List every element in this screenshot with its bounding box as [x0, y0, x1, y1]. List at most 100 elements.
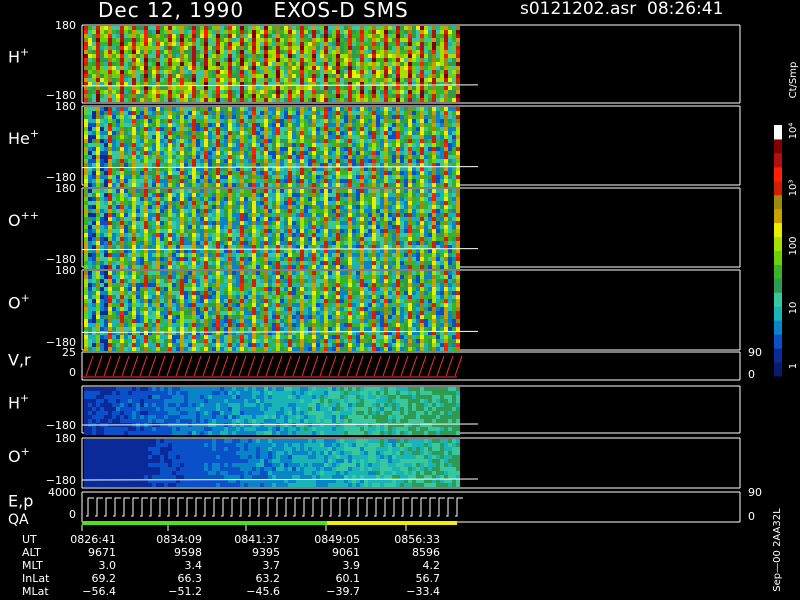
spectrogram-cell [156, 163, 160, 167]
spectrogram-cell [416, 30, 420, 34]
spectrogram-cell [140, 229, 144, 233]
spectrogram-cell [220, 139, 224, 143]
spectrogram-cell [284, 98, 288, 102]
spectrogram-cell [328, 261, 332, 265]
spectrogram-cell [120, 111, 124, 115]
spectrogram-cell [308, 143, 312, 147]
spectrogram-cell [420, 179, 424, 183]
spectrogram-cell [84, 86, 88, 90]
spectrogram-cell [288, 159, 292, 163]
spectrogram-cell [136, 115, 140, 119]
spectrogram-cell [332, 135, 336, 139]
spectrogram-cell [268, 119, 272, 123]
spectrogram-cell [284, 183, 288, 187]
spectrogram-cell [164, 38, 168, 42]
spectrogram-cell [300, 163, 304, 167]
spectrogram-cell [244, 171, 248, 175]
spectrogram-cell [284, 189, 288, 193]
spectrogram-cell [324, 34, 328, 38]
spectrogram-cell [160, 127, 164, 131]
spectrogram-cell [248, 217, 252, 221]
spectrogram-cell [432, 159, 436, 163]
spectrogram-cell [184, 62, 188, 66]
spectrogram-cell [396, 26, 400, 30]
spectrogram-cell [296, 74, 300, 78]
spectrogram-cell [272, 163, 276, 167]
spectrogram-cell [184, 233, 188, 237]
spectrogram-cell [300, 58, 304, 62]
spectrogram-cell [336, 205, 340, 209]
spectrogram-cell [324, 147, 328, 151]
spectrogram-cell [256, 111, 260, 115]
y-tick-top: 180 [55, 19, 76, 32]
spectrogram-cell [292, 143, 296, 147]
spectrogram-cell [236, 175, 240, 179]
spectrogram-cell [376, 98, 380, 102]
spectrogram-cell [252, 257, 256, 261]
spectrogram-cell [220, 201, 224, 205]
spectrogram-cell [444, 66, 448, 70]
spectrogram-cell [244, 26, 248, 30]
spectrogram-cell [216, 90, 220, 94]
spectrogram-cell [212, 115, 216, 119]
spectrogram-cell [440, 127, 444, 131]
spectrogram-cell [172, 119, 176, 123]
spectrogram-cell [324, 159, 328, 163]
spectrogram-cell [348, 139, 352, 143]
spectrogram-cell [256, 98, 260, 102]
spectrogram-cell [144, 86, 148, 90]
spectrogram-cell [344, 171, 348, 175]
spectrogram-cell [344, 179, 348, 183]
spectrogram-cell [184, 131, 188, 135]
spectrogram-cell [416, 62, 420, 66]
spectrogram-cell [416, 26, 420, 30]
spectrogram-cell [96, 46, 100, 50]
spectrogram-cell [280, 135, 284, 139]
spectrogram-cell [128, 193, 132, 197]
spectrogram-cell [316, 217, 320, 221]
spectrogram-cell [324, 78, 328, 82]
spectrogram-cell [204, 127, 208, 131]
spectrogram-cell [300, 62, 304, 66]
spectrogram-cell [428, 34, 432, 38]
spectrogram-cell [456, 30, 460, 34]
spectrogram-cell [116, 26, 120, 30]
spectrogram-cell [388, 90, 392, 94]
spectrogram-cell [124, 30, 128, 34]
spectrogram-cell [180, 86, 184, 90]
spectrogram-cell [312, 217, 316, 221]
spectrogram-cell [360, 86, 364, 90]
spectrogram-cell [160, 42, 164, 46]
spectrogram-cell [184, 171, 188, 175]
spectrogram-cell [304, 62, 308, 66]
spectrogram-cell [392, 38, 396, 42]
spectrogram-cell [264, 74, 268, 78]
spectrogram-cell [116, 193, 120, 197]
spectrogram-cell [88, 217, 92, 221]
spectrogram-cell [208, 261, 212, 265]
panel-species-label: He+ [8, 127, 39, 148]
spectrogram-cell [384, 135, 388, 139]
spectrogram-cell [124, 147, 128, 151]
spectrogram-cell [220, 143, 224, 147]
spectrogram-cell [92, 127, 96, 131]
spectrogram-cell [128, 111, 132, 115]
spectrogram-cell [284, 159, 288, 163]
spectrogram-cell [132, 201, 136, 205]
spectrogram-cell [196, 175, 200, 179]
spectrogram-cell [84, 54, 88, 58]
spectrogram-cell [292, 171, 296, 175]
spectrogram-cell [140, 155, 144, 159]
spectrogram-cell [224, 54, 228, 58]
spectrogram-cell [380, 111, 384, 115]
spectrogram-cell [144, 74, 148, 78]
spectrogram-cell [92, 151, 96, 155]
spectrogram-cell [308, 70, 312, 74]
spectrogram-cell [392, 50, 396, 54]
spectrogram-cell [452, 147, 456, 151]
spectrogram-cell [280, 221, 284, 225]
spectrogram-cell [272, 171, 276, 175]
spectrogram-cell [132, 189, 136, 193]
spectrogram-cell [440, 90, 444, 94]
spectrogram-cell [196, 42, 200, 46]
